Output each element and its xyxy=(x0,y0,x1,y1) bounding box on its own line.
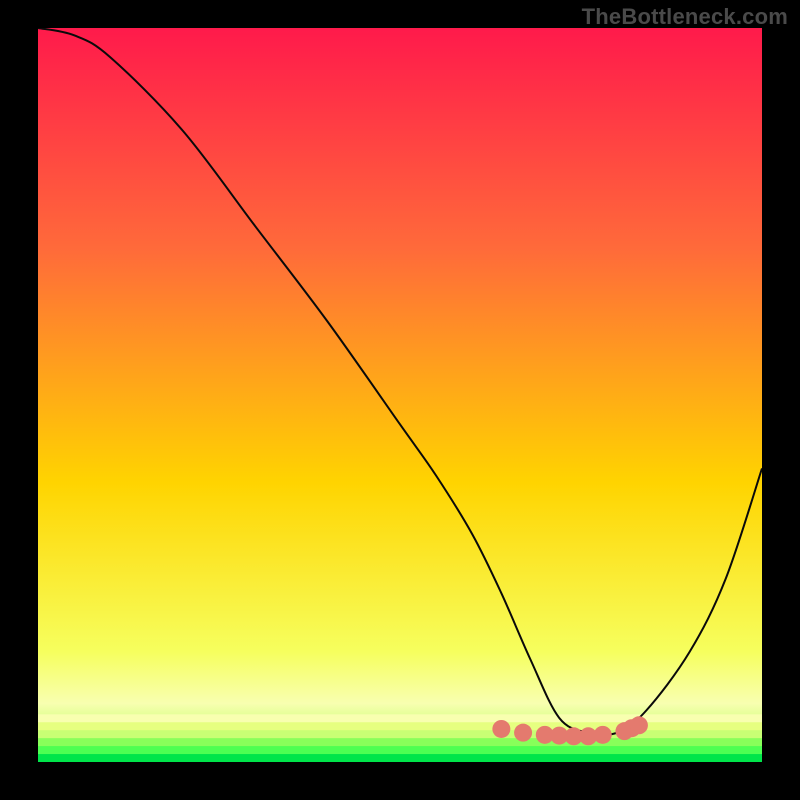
chart-svg xyxy=(38,28,762,762)
gradient-background xyxy=(38,28,762,762)
watermark-text: TheBottleneck.com xyxy=(582,4,788,30)
bottom-band xyxy=(38,738,762,746)
chart-frame: TheBottleneck.com xyxy=(0,0,800,800)
bottom-band xyxy=(38,722,762,730)
bottom-band xyxy=(38,714,762,722)
bottom-band xyxy=(38,746,762,754)
bottom-band xyxy=(38,730,762,738)
bottom-bands xyxy=(38,714,762,762)
marker-dot xyxy=(630,716,648,734)
plot-area xyxy=(38,28,762,762)
marker-dot xyxy=(492,720,510,738)
marker-dot xyxy=(594,726,612,744)
bottom-band xyxy=(38,754,762,762)
marker-dot xyxy=(514,724,532,742)
